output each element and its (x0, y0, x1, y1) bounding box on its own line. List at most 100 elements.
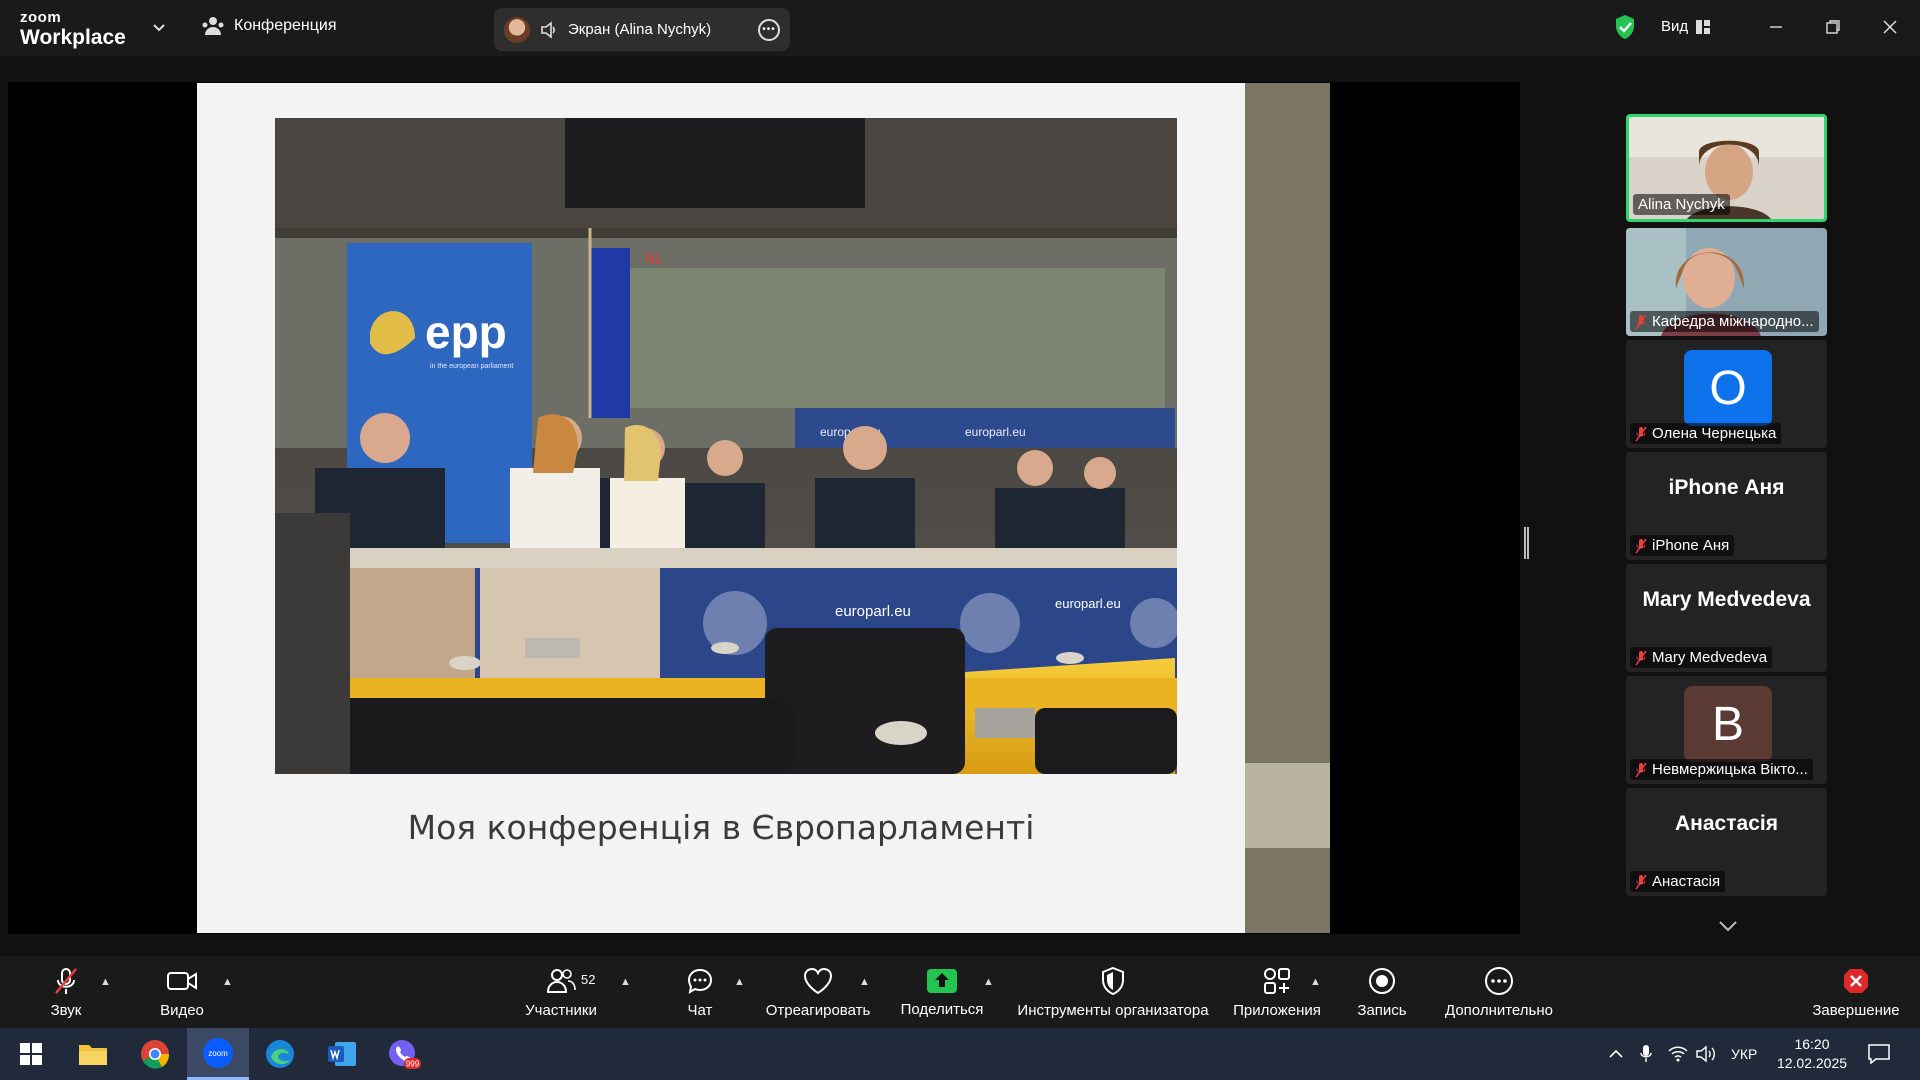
end-label: Завершение (1812, 1001, 1900, 1019)
presenter-avatar (504, 16, 530, 43)
apps-label: Приложения (1233, 1001, 1321, 1019)
apps-button[interactable]: Приложения (1230, 956, 1324, 1028)
audio-button[interactable]: Звук (44, 956, 88, 1028)
more-options-icon[interactable]: ••• (758, 18, 780, 41)
resize-handle[interactable] (1524, 527, 1529, 559)
chat-label: Чат (687, 1001, 713, 1019)
slide-photo: europarl.eu europarl.eu NL epp in the eu… (275, 118, 1177, 774)
participant-tile-name[interactable]: iPhone Аня iPhone Аня (1626, 452, 1827, 560)
participant-tile-video[interactable]: Кафедра міжнародно... (1626, 228, 1827, 336)
participant-tile-avatar[interactable]: О Олена Чернецька (1626, 340, 1827, 448)
taskbar-word[interactable] (311, 1028, 373, 1080)
taskbar-chrome[interactable] (124, 1028, 186, 1080)
tray-mic[interactable] (1640, 1028, 1652, 1080)
participant-name-tag: Кафедра міжнародно... (1630, 311, 1819, 332)
apps-options-caret-icon[interactable]: ▲ (1310, 976, 1321, 988)
tray-clock[interactable]: 16:20 12.02.2025 (1766, 1028, 1858, 1080)
close-button[interactable] (1875, 12, 1905, 42)
slide-side-highlight (1245, 763, 1330, 848)
mic-muted-icon (55, 967, 77, 994)
react-options-caret-icon[interactable]: ▲ (859, 976, 870, 988)
more-label: Дополнительно (1445, 1001, 1553, 1019)
slide-side-panel (1245, 83, 1330, 933)
participants-label: Участники (525, 1001, 597, 1019)
taskbar-explorer[interactable] (62, 1028, 124, 1080)
tray-notifications[interactable] (1868, 1028, 1890, 1080)
react-label: Отреагировать (765, 1001, 871, 1019)
photo-screen-text: NL (645, 250, 663, 266)
screen-share-indicator[interactable]: Экран (Alina Nychyk) ••• (494, 8, 790, 51)
mic-muted-icon (1635, 426, 1647, 441)
word-icon (328, 1042, 356, 1066)
meeting-toolbar: Звук ▲ Видео ▲ Участники 52 ▲ Чат ▲ Отре… (0, 956, 1920, 1028)
react-button[interactable]: Отреагировать (763, 956, 873, 1028)
participant-display-name: Анастасія (1675, 812, 1778, 835)
end-meeting-button[interactable]: Завершение (1808, 956, 1904, 1028)
shield-icon (1102, 966, 1124, 995)
share-label: Экран (Alina Nychyk) (568, 21, 712, 38)
end-icon (1844, 968, 1868, 993)
participant-display-name: iPhone Аня (1668, 476, 1785, 499)
windows-icon (20, 1043, 42, 1065)
chat-options-caret-icon[interactable]: ▲ (734, 976, 745, 988)
share-options-caret-icon[interactable]: ▲ (983, 976, 994, 988)
chevron-down-icon[interactable] (150, 18, 168, 36)
audio-options-caret-icon[interactable]: ▲ (100, 976, 111, 988)
participant-name: Кафедра міжнародно... (1652, 313, 1814, 330)
restore-button[interactable] (1818, 12, 1848, 42)
participant-display-name: Mary Medvedeva (1642, 588, 1811, 611)
wifi-icon (1668, 1046, 1688, 1062)
heart-icon (803, 967, 833, 994)
security-shield-icon[interactable] (1614, 14, 1636, 40)
participant-tile-name[interactable]: Mary Medvedeva Mary Medvedeva (1626, 564, 1827, 672)
minimize-button[interactable] (1761, 12, 1791, 42)
participant-tile-name[interactable]: Анастасія Анастасія (1626, 788, 1827, 896)
start-button[interactable] (0, 1028, 62, 1080)
photo-banner-subtext: in the european parliament (430, 363, 513, 370)
photo-banner-text: epp (425, 306, 507, 358)
participant-avatar: О (1684, 350, 1772, 426)
logo-workplace-text: Workplace (20, 26, 126, 49)
participant-name: Alina Nychyk (1638, 196, 1725, 213)
participant-avatar: В (1684, 686, 1772, 762)
video-button[interactable]: Видео (158, 956, 206, 1028)
video-options-caret-icon[interactable]: ▲ (222, 976, 233, 988)
taskbar-edge[interactable] (249, 1028, 311, 1080)
minimize-icon (1770, 26, 1782, 28)
participant-name-tag: Невмержицька Вікто... (1630, 759, 1813, 780)
taskbar-zoom[interactable]: zoom (187, 1028, 249, 1080)
edge-icon (266, 1040, 294, 1068)
participant-name: Олена Чернецька (1652, 425, 1777, 442)
gallery-scroll-down-button[interactable] (1682, 908, 1774, 944)
video-label: Видео (160, 1001, 204, 1019)
zoom-logo: zoom Workplace (20, 10, 126, 48)
chat-button[interactable]: Чат (680, 956, 720, 1028)
chevron-up-icon[interactable] (1608, 1049, 1624, 1059)
restore-icon (1826, 20, 1840, 34)
participant-tile-avatar[interactable]: В Невмержицька Вікто... (1626, 676, 1827, 784)
tray-network[interactable] (1668, 1028, 1688, 1080)
title-bar: zoom Workplace Конференция Экран (Alina … (0, 0, 1920, 56)
view-button[interactable]: Вид (1661, 18, 1711, 35)
record-label: Запись (1357, 1001, 1407, 1019)
tray-volume[interactable] (1696, 1028, 1718, 1080)
taskbar-viber[interactable]: 999 (373, 1028, 435, 1080)
microphone-icon (1640, 1045, 1652, 1062)
participant-name: iPhone Аня (1652, 537, 1730, 554)
share-screen-button[interactable]: Поделиться (898, 956, 986, 1028)
participants-options-caret-icon[interactable]: ▲ (620, 976, 631, 988)
slide-caption: Моя конференція в Європарламенті (407, 808, 1035, 847)
viber-icon: 999 (389, 1040, 421, 1069)
more-button[interactable]: Дополнительно (1437, 956, 1561, 1028)
host-tools-button[interactable]: Инструменты организатора (1013, 956, 1213, 1028)
view-label: Вид (1661, 18, 1689, 35)
participant-tile-video[interactable]: Alina Nychyk (1626, 114, 1827, 222)
tray-language[interactable]: УКР (1731, 1028, 1757, 1080)
grid-view-icon (1696, 19, 1711, 34)
participants-button[interactable]: Участники (520, 956, 602, 1028)
record-button[interactable]: Запись (1352, 956, 1412, 1028)
meeting-info[interactable]: Конференция (202, 16, 337, 36)
zoom-app-icon: zoom (203, 1037, 233, 1068)
mic-muted-icon (1635, 650, 1647, 665)
mic-muted-icon (1635, 762, 1647, 777)
